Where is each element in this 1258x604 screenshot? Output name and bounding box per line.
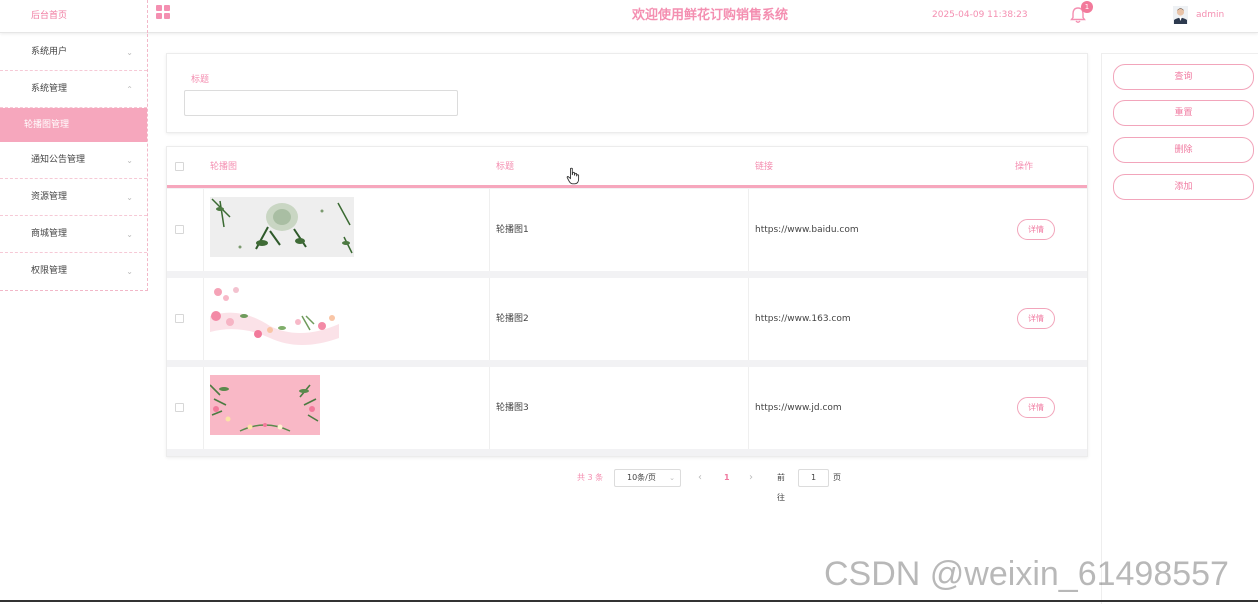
chevron-up-icon: ⌃ bbox=[126, 85, 133, 94]
header-datetime: 2025-04-09 11:38:23 bbox=[932, 10, 1028, 20]
bottom-divider bbox=[0, 600, 1258, 602]
page-size-value: 10条/页 bbox=[627, 473, 656, 482]
detail-button[interactable]: 详情 bbox=[1017, 219, 1055, 240]
sidebar-item-label: 资源管理 bbox=[31, 192, 68, 202]
grid-icon[interactable] bbox=[156, 5, 170, 19]
notification-badge: 1 bbox=[1081, 1, 1093, 13]
table-header: 轮播图 标题 链接 操作 bbox=[167, 147, 1087, 188]
row-checkbox[interactable] bbox=[175, 314, 184, 323]
next-page-icon[interactable]: › bbox=[749, 468, 753, 488]
select-all-checkbox[interactable] bbox=[175, 162, 184, 171]
sidebar-item-label: 系统用户 bbox=[31, 47, 68, 57]
sidebar: 系统用户 ⌄ 系统管理 ⌃ 轮播图管理 通知公告管理 ⌄ 资源管理 ⌄ 商城管理… bbox=[0, 34, 148, 291]
title-search-input[interactable] bbox=[184, 90, 458, 116]
carousel-image-thumbnail[interactable] bbox=[210, 286, 339, 346]
current-page-number[interactable]: 1 bbox=[724, 468, 730, 488]
detail-button[interactable]: 详情 bbox=[1017, 397, 1055, 418]
carousel-image-thumbnail[interactable] bbox=[210, 197, 354, 257]
chevron-down-icon: ⌄ bbox=[126, 48, 133, 57]
sidebar-item-label: 商城管理 bbox=[31, 229, 68, 239]
csdn-watermark: CSDN @weixin_61498557 bbox=[824, 555, 1229, 593]
sidebar-item-label: 系统管理 bbox=[31, 84, 68, 94]
pagination-total: 共 3 条 bbox=[577, 473, 604, 482]
table-row: 轮播图3 https://www.jd.com 详情 bbox=[167, 367, 1087, 449]
sidebar-item-permissions[interactable]: 权限管理 ⌄ bbox=[0, 253, 147, 290]
column-header-action: 操作 bbox=[1015, 162, 1034, 172]
sidebar-item-label: 通知公告管理 bbox=[31, 155, 86, 165]
page-suffix: 页 bbox=[833, 473, 841, 482]
row-title: 轮播图2 bbox=[496, 314, 529, 324]
goto-page-input[interactable]: 1 bbox=[798, 469, 829, 487]
query-button[interactable]: 查询 bbox=[1113, 64, 1254, 90]
sidebar-item-system-management[interactable]: 系统管理 ⌃ bbox=[0, 71, 147, 108]
row-checkbox[interactable] bbox=[175, 403, 184, 412]
detail-button[interactable]: 详情 bbox=[1017, 308, 1055, 329]
column-header-link: 链接 bbox=[755, 162, 774, 172]
column-header-title: 标题 bbox=[496, 162, 515, 172]
row-title: 轮播图1 bbox=[496, 225, 529, 235]
row-link: https://www.jd.com bbox=[755, 403, 842, 413]
site-title: 欢迎使用鲜花订购销售系统 bbox=[631, 8, 788, 23]
chevron-down-icon: ⌄ bbox=[126, 230, 133, 239]
reset-button[interactable]: 重置 bbox=[1113, 100, 1254, 126]
sidebar-item-label: 权限管理 bbox=[31, 266, 68, 276]
page-size-select[interactable]: 10条/页 ⌄ bbox=[614, 469, 681, 487]
carousel-image-thumbnail[interactable] bbox=[210, 375, 320, 435]
avatar-icon[interactable] bbox=[1173, 6, 1188, 24]
row-link: https://www.163.com bbox=[755, 314, 851, 324]
table-row: 轮播图1 https://www.baidu.com 详情 bbox=[167, 189, 1087, 271]
column-header-image: 轮播图 bbox=[210, 162, 238, 172]
top-header: 后台首页 欢迎使用鲜花订购销售系统 2025-04-09 11:38:23 1 … bbox=[0, 0, 1258, 33]
chevron-down-icon: ⌄ bbox=[126, 156, 133, 165]
username[interactable]: admin bbox=[1196, 0, 1224, 31]
table-row: 轮播图2 https://www.163.com 详情 bbox=[167, 278, 1087, 360]
carousel-table: 轮播图 标题 链接 操作 轮播图1 https://www.baidu.com … bbox=[166, 146, 1088, 457]
goto-label: 前往 bbox=[777, 473, 785, 502]
sidebar-item-system-users[interactable]: 系统用户 ⌄ bbox=[0, 34, 147, 71]
action-panel: 查询 重置 删除 添加 bbox=[1101, 53, 1258, 604]
chevron-down-icon: ⌄ bbox=[669, 474, 675, 482]
home-link[interactable]: 后台首页 bbox=[0, 0, 148, 33]
search-panel: 标题 bbox=[166, 53, 1088, 133]
sidebar-item-mall[interactable]: 商城管理 ⌄ bbox=[0, 216, 147, 253]
hand-pointer-icon bbox=[566, 167, 580, 185]
delete-button[interactable]: 删除 bbox=[1113, 137, 1254, 163]
search-label: 标题 bbox=[191, 75, 210, 85]
row-checkbox[interactable] bbox=[175, 225, 184, 234]
chevron-down-icon: ⌄ bbox=[126, 193, 133, 202]
prev-page-icon[interactable]: ‹ bbox=[698, 468, 702, 488]
add-button[interactable]: 添加 bbox=[1113, 174, 1254, 200]
sidebar-item-resources[interactable]: 资源管理 ⌄ bbox=[0, 179, 147, 216]
chevron-down-icon: ⌄ bbox=[126, 267, 133, 276]
sidebar-item-notices[interactable]: 通知公告管理 ⌄ bbox=[0, 142, 147, 179]
row-link: https://www.baidu.com bbox=[755, 225, 859, 235]
sidebar-subitem-carousel-management[interactable]: 轮播图管理 bbox=[0, 108, 147, 142]
row-title: 轮播图3 bbox=[496, 403, 529, 413]
